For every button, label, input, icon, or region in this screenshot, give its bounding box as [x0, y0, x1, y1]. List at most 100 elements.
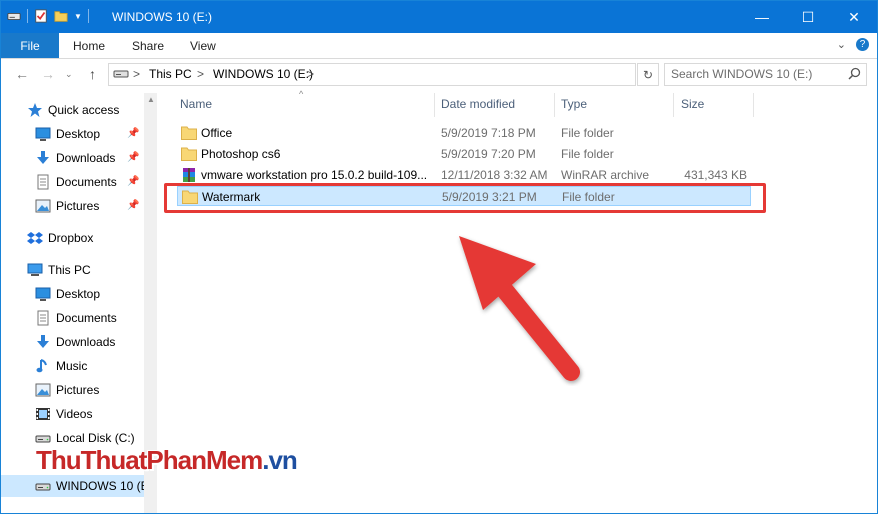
file-row[interactable]: Office 5/9/2019 7:18 PM File folder [177, 123, 751, 143]
column-header-date[interactable]: Date modified [441, 97, 515, 111]
nav-item-music[interactable]: Music [1, 355, 144, 377]
nav-item-label: Local Disk (C:) [56, 431, 135, 445]
ribbon-controls: ⌄ ? [837, 38, 869, 51]
nav-item-label: Desktop [56, 127, 101, 141]
properties-icon[interactable] [34, 9, 48, 23]
column-header-name[interactable]: Name [180, 97, 212, 111]
nav-item-dropbox[interactable]: Dropbox [1, 227, 144, 249]
customize-toolbar-icon[interactable]: ▼ [74, 12, 82, 21]
close-button[interactable]: ✕ [831, 1, 877, 33]
nav-item-pictures[interactable]: Pictures [1, 379, 144, 401]
toolbar-divider [27, 9, 28, 23]
highlight-annotation [164, 183, 766, 213]
document-icon [35, 174, 51, 190]
file-name: vmware workstation pro 15.0.2 build-109.… [201, 168, 428, 182]
explorer-window: ▼ WINDOWS 10 (E:) — ☐ ✕ File Home Share … [0, 0, 878, 514]
file-date-modified: 12/11/2018 3:32 AM [441, 168, 548, 182]
sort-ascending-icon: ^ [299, 89, 304, 99]
search-icon[interactable] [848, 67, 861, 80]
file-size: 431,343 KB [684, 168, 747, 182]
nav-item-quick-access[interactable]: Quick access [1, 99, 144, 121]
nav-item-pictures[interactable]: Pictures 📌 [1, 195, 144, 217]
help-icon[interactable]: ? [856, 38, 869, 51]
expand-ribbon-icon[interactable]: ⌄ [837, 38, 846, 51]
new-folder-icon[interactable] [54, 9, 68, 23]
back-icon[interactable]: ← [15, 66, 29, 82]
music-icon [35, 358, 51, 374]
drive-icon[interactable] [7, 9, 21, 23]
tab-share[interactable]: Share [132, 39, 164, 53]
nav-item-label: Documents [56, 311, 117, 325]
tab-home[interactable]: Home [73, 39, 105, 53]
column-header-size[interactable]: Size [681, 97, 704, 111]
nav-item-label: Downloads [56, 335, 116, 349]
refresh-button[interactable]: ↻ [637, 63, 659, 86]
pictures-icon [35, 382, 51, 398]
search-box[interactable] [664, 63, 867, 86]
nav-item-videos[interactable]: Videos [1, 403, 144, 425]
nav-item-label: This PC [48, 263, 91, 277]
file-type: File folder [561, 147, 614, 161]
forward-icon[interactable]: → [41, 66, 55, 82]
watermark-part1: ThuThuat [36, 445, 147, 475]
breadcrumb-drive[interactable]: WINDOWS 10 (E:) [213, 67, 313, 81]
file-date-modified: 5/9/2019 7:20 PM [441, 147, 536, 161]
title-bar[interactable]: ▼ WINDOWS 10 (E:) — ☐ ✕ [1, 1, 877, 33]
folder-icon [181, 126, 197, 140]
breadcrumb-separator[interactable]: > [133, 67, 140, 81]
dropbox-icon [27, 230, 43, 246]
nav-item-documents[interactable]: Documents 📌 [1, 171, 144, 193]
recent-locations-icon[interactable]: ⌄ [65, 69, 73, 80]
up-icon[interactable]: ↑ [89, 66, 96, 82]
nav-item-label: Downloads [56, 151, 116, 165]
nav-item-label: Pictures [56, 383, 100, 397]
site-watermark: ThuThuatPhanMem.vn [36, 445, 298, 476]
nav-item-label: Videos [56, 407, 93, 421]
breadcrumb-separator[interactable]: > [197, 67, 204, 81]
computer-icon [27, 262, 43, 278]
scroll-up-icon[interactable]: ▲ [147, 95, 155, 104]
download-icon [35, 150, 51, 166]
column-header-type[interactable]: Type [561, 97, 587, 111]
window-title: WINDOWS 10 (E:) [112, 10, 213, 24]
download-icon [35, 334, 51, 350]
arrow-annotation [459, 236, 580, 381]
file-type: WinRAR archive [561, 168, 650, 182]
ribbon-tabs: File Home Share View ⌄ ? [1, 33, 877, 59]
nav-item-desktop[interactable]: Desktop [1, 283, 144, 305]
pin-icon[interactable]: 📌 [127, 200, 139, 211]
file-name: Photoshop cs6 [201, 147, 281, 161]
column-divider[interactable] [434, 93, 435, 117]
maximize-button[interactable]: ☐ [785, 1, 831, 33]
column-divider[interactable] [753, 93, 754, 117]
nav-item-windows-10-e[interactable]: WINDOWS 10 (E:) [1, 475, 156, 497]
search-input[interactable] [671, 67, 841, 81]
desktop-icon [35, 286, 51, 302]
tab-file[interactable]: File [1, 33, 59, 58]
tab-view[interactable]: View [190, 39, 216, 53]
video-icon [35, 406, 51, 422]
watermark-part3: .vn [262, 445, 298, 475]
nav-item-label: Quick access [48, 103, 120, 117]
breadcrumb-this-pc[interactable]: This PC [149, 67, 192, 81]
file-row[interactable]: vmware workstation pro 15.0.2 build-109.… [177, 165, 751, 185]
breadcrumb-separator[interactable]: > [307, 67, 314, 81]
column-divider[interactable] [673, 93, 674, 117]
nav-item-downloads[interactable]: Downloads [1, 331, 144, 353]
nav-item-downloads[interactable]: Downloads 📌 [1, 147, 144, 169]
nav-item-documents[interactable]: Documents [1, 307, 144, 329]
pin-icon[interactable]: 📌 [127, 128, 139, 139]
nav-item-label: Desktop [56, 287, 101, 301]
nav-item-this-pc[interactable]: This PC [1, 259, 144, 281]
minimize-button[interactable]: — [739, 1, 785, 33]
pin-icon[interactable]: 📌 [127, 152, 139, 163]
address-bar[interactable]: > This PC > WINDOWS 10 (E:) > ⌄ [108, 63, 731, 86]
file-date-modified: 5/9/2019 7:18 PM [441, 126, 536, 140]
star-icon [27, 102, 43, 118]
drive-icon [35, 430, 51, 446]
pin-icon[interactable]: 📌 [127, 176, 139, 187]
winrar-icon [181, 168, 197, 182]
file-row[interactable]: Photoshop cs6 5/9/2019 7:20 PM File folder [177, 144, 751, 164]
column-divider[interactable] [554, 93, 555, 117]
nav-item-desktop[interactable]: Desktop 📌 [1, 123, 144, 145]
